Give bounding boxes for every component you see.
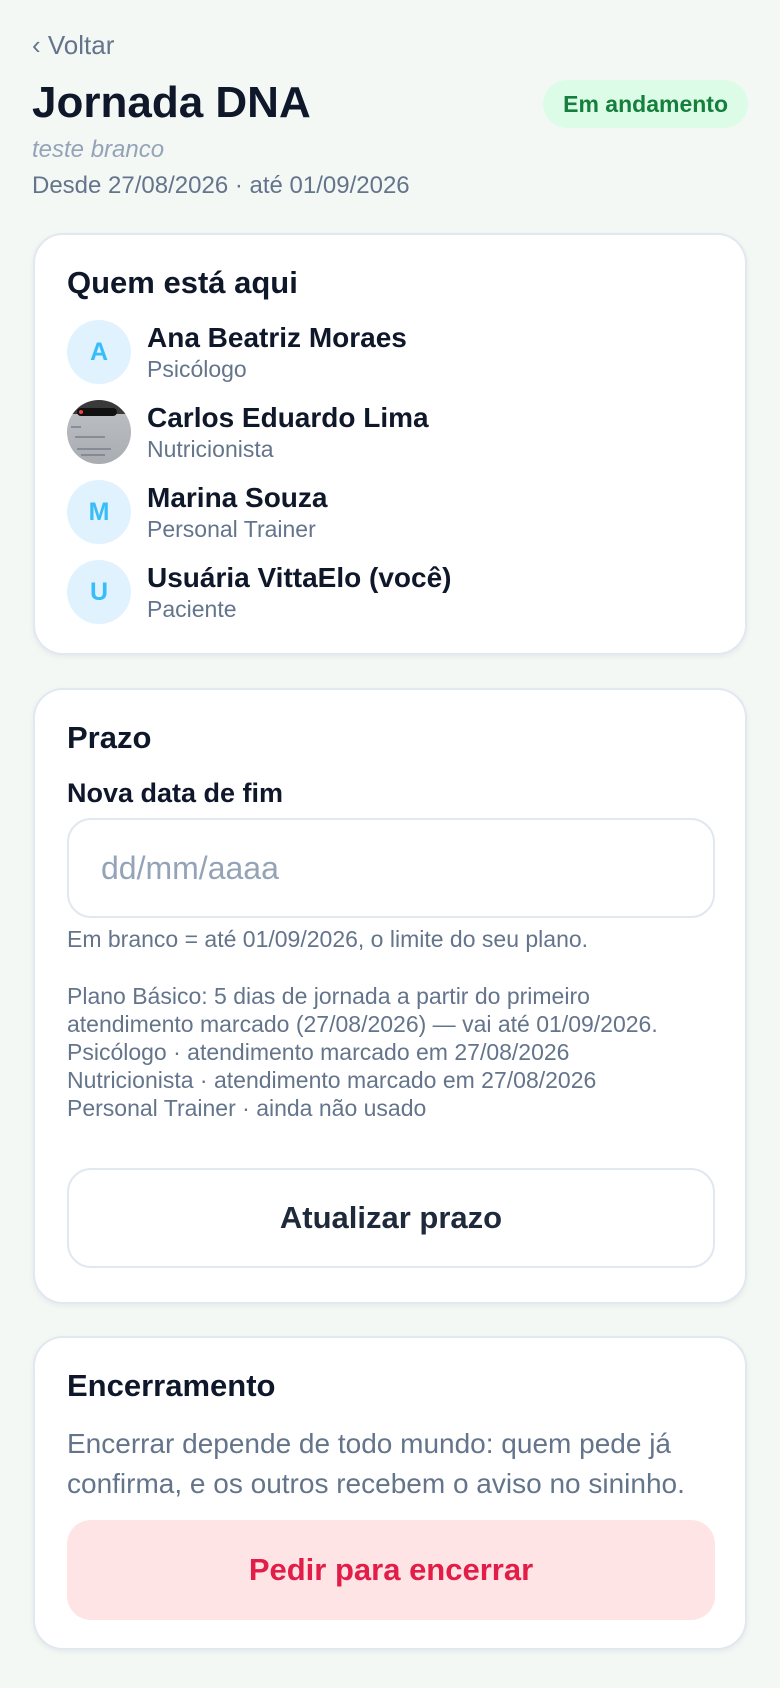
participant-row: M Marina Souza Personal Trainer: [67, 480, 707, 546]
request-close-button[interactable]: Pedir para encerrar: [67, 1520, 715, 1620]
closing-description: Encerrar depende de todo mundo: quem ped…: [67, 1428, 685, 1499]
plan-line: atendimento marcado (27/08/2026) — vai a…: [67, 1011, 658, 1037]
participant-role: Personal Trainer: [147, 516, 316, 542]
participant-row: U Usuária VittaElo (você) Paciente: [67, 560, 707, 626]
participant-name: Carlos Eduardo Lima: [147, 402, 429, 433]
avatar: U: [67, 560, 131, 624]
plan-line: Psicólogo · atendimento marcado em 27/08…: [67, 1039, 570, 1065]
participant-name: Usuária VittaElo (você): [147, 562, 452, 593]
update-deadline-button[interactable]: Atualizar prazo: [67, 1168, 715, 1268]
page-title: Jornada DNA: [32, 78, 311, 127]
closing-title: Encerramento: [67, 1368, 276, 1403]
end-date-input[interactable]: [67, 818, 715, 918]
closing-card: Encerramento Encerrar depende de todo mu…: [33, 1336, 747, 1650]
plan-details: Plano Básico: 5 dias de jornada a partir…: [67, 982, 727, 1122]
plan-line: Personal Trainer · ainda não usado: [67, 1095, 427, 1121]
participants-title: Quem está aqui: [67, 265, 298, 300]
plan-line: Plano Básico: 5 dias de jornada a partir…: [67, 983, 590, 1009]
avatar-photo: [67, 400, 131, 464]
deadline-title: Prazo: [67, 720, 152, 755]
participant-row: Carlos Eduardo Lima Nutricionista: [67, 400, 707, 466]
participant-name: Marina Souza: [147, 482, 328, 513]
participant-role: Nutricionista: [147, 436, 274, 462]
participant-role: Psicólogo: [147, 356, 247, 382]
participants-card: Quem está aqui A Ana Beatriz Moraes Psic…: [33, 233, 747, 655]
end-date-label: Nova data de fim: [67, 778, 284, 808]
participant-name: Ana Beatriz Moraes: [147, 322, 407, 353]
participant-row: A Ana Beatriz Moraes Psicólogo: [67, 320, 707, 386]
participant-role: Paciente: [147, 596, 237, 622]
journey-subtitle: teste branco: [32, 136, 165, 163]
avatar: A: [67, 320, 131, 384]
deadline-card: Prazo Nova data de fim Em branco = até 0…: [33, 688, 747, 1304]
plan-line: Nutricionista · atendimento marcado em 2…: [67, 1067, 597, 1093]
journey-dates: Desde 27/08/2026 · até 01/09/2026: [32, 172, 410, 199]
avatar: M: [67, 480, 131, 544]
status-badge: Em andamento: [543, 80, 748, 128]
back-link[interactable]: ‹ Voltar: [32, 30, 114, 61]
end-date-hint: Em branco = até 01/09/2026, o limite do …: [67, 926, 589, 952]
